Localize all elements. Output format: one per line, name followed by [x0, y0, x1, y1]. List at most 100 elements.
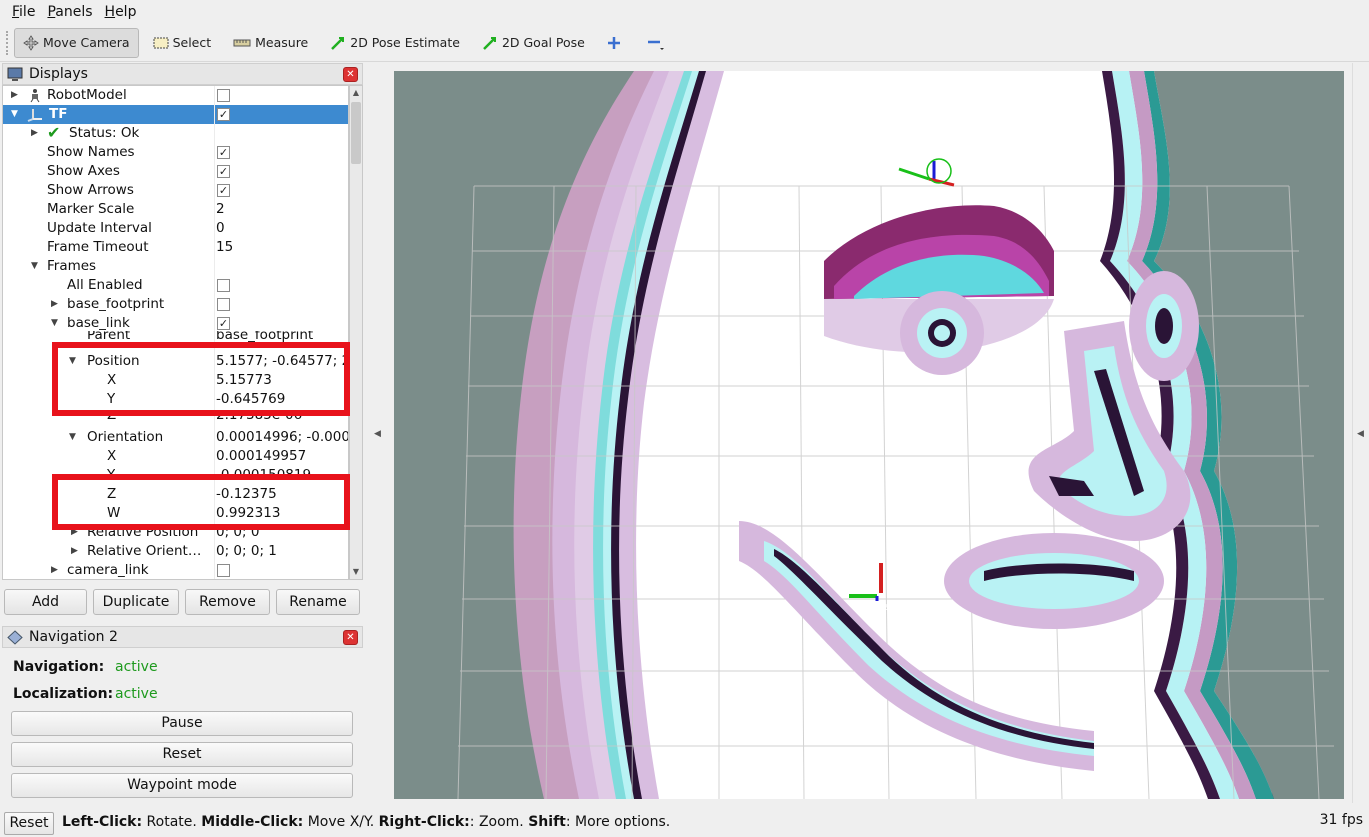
- tree-value[interactable]: 0.000149957: [216, 447, 348, 466]
- tree-value[interactable]: 15: [216, 238, 348, 257]
- tree-value[interactable]: -0.645769: [216, 390, 348, 409]
- remove-tool-button[interactable]: [639, 28, 677, 58]
- tree-label: camera_link: [67, 562, 149, 578]
- expand-arrow-icon[interactable]: ▶: [51, 561, 58, 579]
- show-arrows-checkbox[interactable]: ✓: [217, 184, 230, 197]
- close-icon[interactable]: ✕: [343, 630, 358, 645]
- toolbar-grip[interactable]: [6, 30, 10, 55]
- scroll-down-icon[interactable]: ▼: [350, 565, 362, 579]
- scroll-up-icon[interactable]: ▲: [350, 86, 362, 100]
- tree-row-status[interactable]: ▶ ✔ Status: Ok: [3, 124, 348, 143]
- tree-row-orientation-z[interactable]: Z -0.12375: [3, 485, 348, 504]
- menu-help[interactable]: Help: [99, 0, 143, 24]
- tree-row-position-z[interactable]: Z 2.17385e-06: [3, 411, 348, 425]
- duplicate-button[interactable]: Duplicate: [93, 589, 179, 615]
- enable-checkbox[interactable]: ✓: [217, 108, 230, 121]
- tree-value[interactable]: 0.992313: [216, 504, 348, 523]
- close-icon[interactable]: ✕: [343, 67, 358, 82]
- column-divider: [214, 86, 215, 579]
- reset-view-button[interactable]: Reset: [4, 812, 54, 835]
- collapse-arrow-icon[interactable]: ▼: [11, 105, 18, 124]
- tree-row-base-footprint[interactable]: ▶ base_footprint: [3, 295, 348, 314]
- tree-row-all-enabled[interactable]: All Enabled: [3, 276, 348, 295]
- right-dock-strip[interactable]: ◀: [1352, 63, 1369, 803]
- frame-checkbox[interactable]: [217, 298, 230, 311]
- tree-label: X: [107, 372, 117, 388]
- tree-row-frames[interactable]: ▼ Frames: [3, 257, 348, 276]
- add-button[interactable]: Add: [4, 589, 87, 615]
- expand-arrow-icon[interactable]: ▶: [31, 124, 38, 143]
- remove-button[interactable]: Remove: [185, 589, 270, 615]
- reset-nav-button[interactable]: Reset: [11, 742, 353, 767]
- tree-row-orientation[interactable]: ▼ Orientation 0.00014996; -0.000.: [3, 428, 348, 447]
- expand-right-icon[interactable]: ◀: [1357, 429, 1364, 439]
- tree-label: Orientation: [87, 429, 164, 445]
- enable-checkbox[interactable]: [217, 89, 230, 102]
- tree-row-show-arrows[interactable]: Show Arrows ✓: [3, 181, 348, 200]
- rename-button[interactable]: Rename: [276, 589, 360, 615]
- tree-row-update-interval[interactable]: Update Interval 0: [3, 219, 348, 238]
- tree-label: All Enabled: [67, 277, 143, 293]
- frame-checkbox[interactable]: [217, 564, 230, 577]
- display-buttons: Add Duplicate Remove Rename: [0, 589, 365, 617]
- tree-label: Parent: [87, 331, 131, 343]
- tree-value[interactable]: -0.12375: [216, 485, 348, 504]
- tree-row-relative-orientation[interactable]: ▶ Relative Orient… 0; 0; 0; 1: [3, 542, 348, 561]
- tree-value[interactable]: 0: [216, 219, 348, 238]
- tree-value[interactable]: -0.000150819: [216, 466, 348, 474]
- map-viewport[interactable]: base_footprint: [394, 71, 1344, 799]
- tree-label: Frames: [47, 258, 97, 274]
- tree-value[interactable]: 5.15773: [216, 371, 348, 390]
- tree-row-show-axes[interactable]: Show Axes ✓: [3, 162, 348, 181]
- hint-shift-text: : More options.: [565, 814, 671, 830]
- frame-checkbox[interactable]: ✓: [217, 317, 230, 330]
- tree-row-robotmodel[interactable]: ▶ RobotModel: [3, 86, 348, 105]
- tree-row-marker-scale[interactable]: Marker Scale 2: [3, 200, 348, 219]
- menu-file[interactable]: File: [6, 0, 41, 24]
- tree-value[interactable]: 2.17385e-06: [216, 411, 348, 425]
- tree-value[interactable]: 0; 0; 0: [216, 523, 348, 542]
- collapse-left-icon[interactable]: ◀: [374, 429, 381, 439]
- tree-row-frame-timeout[interactable]: Frame Timeout 15: [3, 238, 348, 257]
- tree-row-relative-position[interactable]: ▶ Relative Position 0; 0; 0: [3, 523, 348, 542]
- tree-scrollbar[interactable]: ▲ ▼: [349, 85, 363, 580]
- tree-row-camera-link[interactable]: ▶ camera_link: [3, 561, 348, 579]
- collapse-arrow-icon[interactable]: ▼: [69, 428, 76, 447]
- tree-row-position-y[interactable]: Y -0.645769: [3, 390, 348, 409]
- collapse-arrow-icon[interactable]: ▼: [31, 257, 38, 276]
- move-camera-tool[interactable]: Move Camera: [14, 27, 139, 58]
- measure-tool[interactable]: Measure: [225, 28, 316, 58]
- show-names-checkbox[interactable]: ✓: [217, 146, 230, 159]
- select-tool[interactable]: Select: [145, 28, 220, 58]
- waypoint-mode-button[interactable]: Waypoint mode: [11, 773, 353, 798]
- pose-estimate-tool[interactable]: 2D Pose Estimate: [322, 28, 468, 58]
- panel-splitter[interactable]: ◀: [366, 63, 394, 803]
- scroll-thumb[interactable]: [351, 102, 361, 164]
- tree-value[interactable]: 2: [216, 200, 348, 219]
- add-tool-button[interactable]: [599, 28, 633, 58]
- all-enabled-checkbox[interactable]: [217, 279, 230, 292]
- displays-tree[interactable]: ▶ RobotModel ▼ TF ✓ ▶ ✔ Status: Ok Show …: [2, 85, 349, 580]
- goal-pose-tool[interactable]: 2D Goal Pose: [474, 28, 593, 58]
- tree-row-show-names[interactable]: Show Names ✓: [3, 143, 348, 162]
- collapse-arrow-icon[interactable]: ▼: [69, 352, 76, 371]
- menu-panels[interactable]: Panels: [41, 0, 98, 24]
- tree-value[interactable]: 0.00014996; -0.000.: [216, 428, 348, 447]
- expand-arrow-icon[interactable]: ▶: [51, 295, 58, 314]
- tree-row-parent[interactable]: Parent base_footprint: [3, 331, 348, 345]
- show-axes-checkbox[interactable]: ✓: [217, 165, 230, 178]
- tree-row-position[interactable]: ▼ Position 5.1577; -0.64577; 2: [3, 352, 348, 371]
- expand-arrow-icon[interactable]: ▶: [11, 86, 18, 105]
- tree-row-orientation-y[interactable]: Y -0.000150819: [3, 466, 348, 474]
- tree-row-orientation-w[interactable]: W 0.992313: [3, 504, 348, 523]
- tree-row-position-x[interactable]: X 5.15773: [3, 371, 348, 390]
- expand-arrow-icon[interactable]: ▶: [71, 542, 78, 561]
- tree-row-orientation-x[interactable]: X 0.000149957: [3, 447, 348, 466]
- pause-button[interactable]: Pause: [11, 711, 353, 736]
- tree-label: Z: [107, 486, 117, 502]
- measure-label: Measure: [255, 35, 309, 50]
- tree-row-tf[interactable]: ▼ TF ✓: [3, 105, 348, 124]
- tree-value[interactable]: 5.1577; -0.64577; 2: [216, 352, 348, 371]
- tree-value[interactable]: 0; 0; 0; 1: [216, 542, 348, 561]
- expand-arrow-icon[interactable]: ▶: [71, 523, 78, 542]
